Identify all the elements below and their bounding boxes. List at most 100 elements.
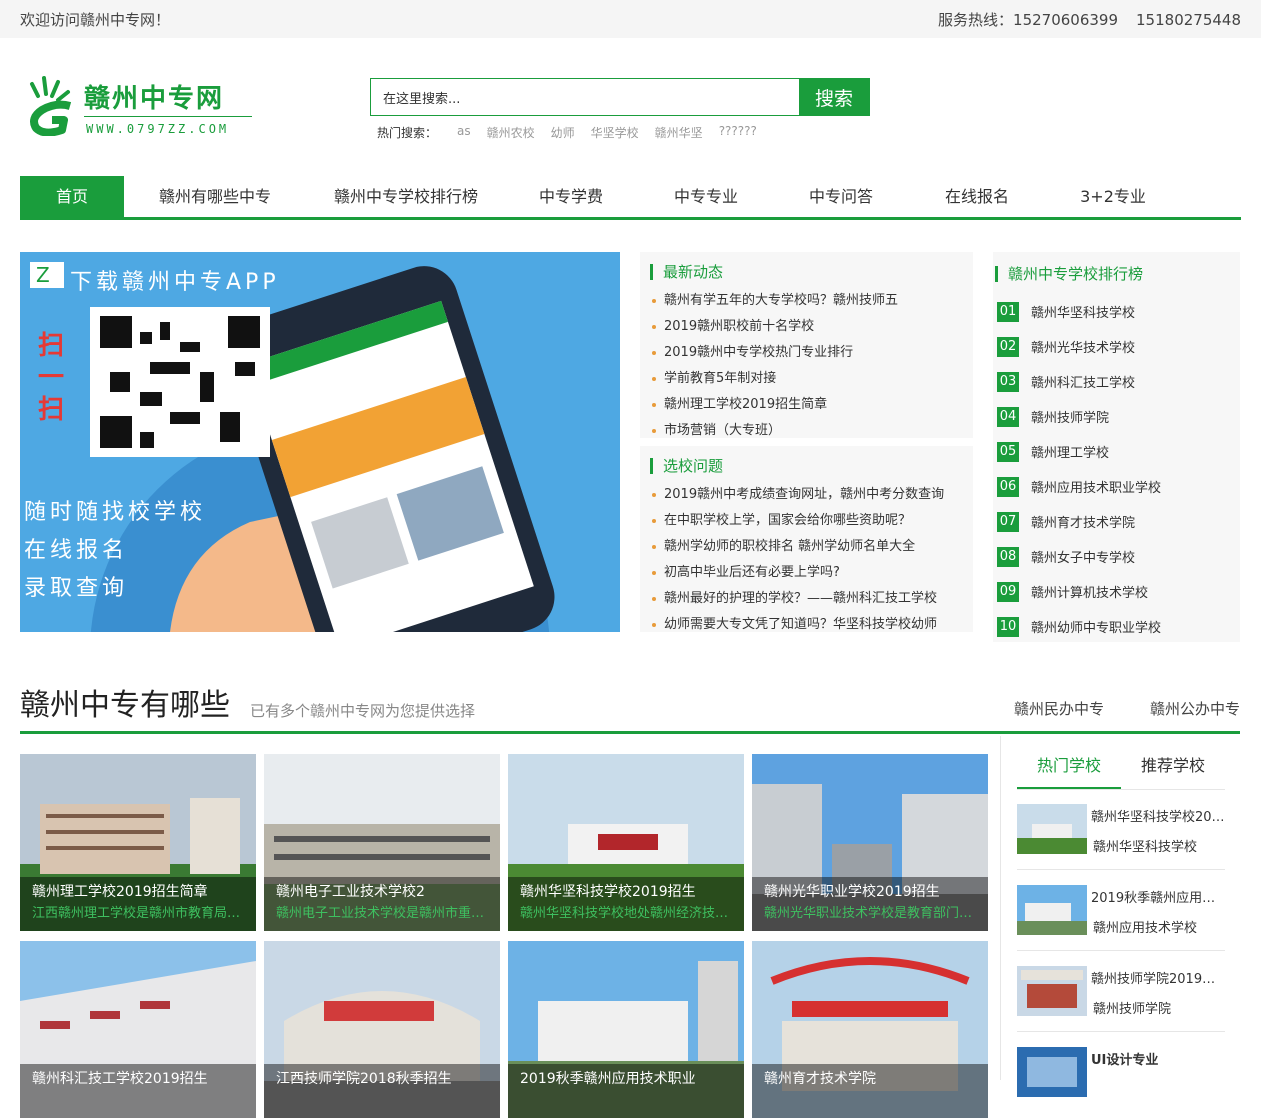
hot-keyword[interactable]: 赣州农校	[487, 124, 535, 141]
nav-ranking[interactable]: 赣州中专学校排行榜	[306, 176, 506, 217]
questions-title: 选校问题	[650, 458, 963, 474]
rank-number: 01	[997, 301, 1019, 322]
sidebar-item[interactable]: UI设计专业	[1017, 1033, 1225, 1113]
rank-item[interactable]: 09 赣州计算机技术学校	[993, 574, 1240, 609]
rank-item[interactable]: 08 赣州女子中专学校	[993, 539, 1240, 574]
logo-url: WWW.0797ZZ.COM	[86, 122, 230, 136]
sidebar-item[interactable]: 赣州技师学院2019招生 赣州技师学院	[1017, 952, 1225, 1032]
card-title: 赣州科汇技工学校2019招生	[32, 1071, 208, 1087]
card-title: 2019秋季赣州应用技术职业	[520, 1071, 696, 1087]
top-bar: 欢迎访问赣州中专网！ 服务热线：15270606399 15180275448	[0, 0, 1261, 38]
search-button[interactable]: 搜索	[799, 79, 869, 115]
sidebar-item[interactable]: 赣州华坚科技学校2019 赣州华坚科技学校	[1017, 790, 1225, 870]
rank-school: 赣州华坚科技学校	[1031, 306, 1136, 321]
hot-keyword[interactable]: 赣州华坚	[655, 124, 703, 141]
rank-school: 赣州女子中专学校	[1031, 551, 1136, 566]
hot-search-label: 热门搜索：	[377, 126, 438, 140]
nav-enroll[interactable]: 在线报名	[906, 176, 1048, 217]
tab-recommended-schools[interactable]: 推荐学校	[1121, 750, 1225, 789]
sidebar-item-title: 赣州华坚科技学校2019	[1091, 810, 1225, 825]
school-card[interactable]: 赣州科汇技工学校2019招生	[20, 941, 256, 1118]
hero-section: Z 下载赣州中专APP 扫一扫 随时随找校学校 在线报名 录取查询 最新动态 赣…	[0, 220, 1261, 642]
hot-keyword[interactable]: 幼师	[551, 124, 575, 141]
rank-school: 赣州技师学院	[1031, 411, 1110, 426]
hot-keyword[interactable]: ??????	[719, 124, 757, 141]
public-schools-link[interactable]: 赣州公办中专	[1150, 698, 1240, 719]
news-item[interactable]: 市场营销（大专班）	[650, 418, 963, 444]
question-item[interactable]: 幼师需要大专文凭了知道吗？华坚科技学校幼师	[650, 612, 963, 638]
hot-keyword[interactable]: 华坚学校	[591, 124, 639, 141]
rank-item[interactable]: 03 赣州科汇技工学校	[993, 364, 1240, 399]
card-caption: 赣州科汇技工学校2019招生	[20, 1064, 256, 1118]
header: 赣州中专网 WWW.0797ZZ.COM 搜索 热门搜索： as 赣州农校 幼师…	[0, 38, 1261, 176]
rank-number: 02	[997, 336, 1019, 357]
logo-name: 赣州中专网	[84, 84, 225, 114]
news-item[interactable]: 赣州理工学校2019招生简章	[650, 392, 963, 418]
banner-line-3: 录取查询	[24, 576, 129, 601]
news-item[interactable]: 赣州有学五年的大专学校吗？赣州技师五	[650, 288, 963, 314]
svg-text:Z: Z	[36, 263, 50, 287]
school-card[interactable]: 赣州电子工业技术学校2 赣州电子工业技术学校是赣州市重点中专	[264, 754, 500, 931]
section-subtitle: 已有多个赣州中专网为您提供选择	[250, 702, 476, 720]
school-card[interactable]: 江西技师学院2018秋季招生	[264, 941, 500, 1118]
school-card[interactable]: 赣州理工学校2019招生简章 江西赣州理工学校是赣州市教育局直属的	[20, 754, 256, 931]
card-caption: 赣州育才技术学院	[752, 1064, 988, 1118]
rank-item[interactable]: 02 赣州光华技术学校	[993, 329, 1240, 364]
nav-majors[interactable]: 中专专业	[636, 176, 776, 217]
tab-hot-schools[interactable]: 热门学校	[1017, 750, 1121, 789]
question-item[interactable]: 在中职学校上学，国家会给你哪些资助呢？	[650, 508, 963, 534]
hot-keyword[interactable]: as	[457, 124, 471, 141]
rank-school: 赣州科汇技工学校	[1031, 376, 1136, 391]
question-item[interactable]: 初高中毕业后还有必要上学吗?	[650, 560, 963, 586]
rank-item[interactable]: 07 赣州育才技术学院	[993, 504, 1240, 539]
rank-number: 05	[997, 441, 1019, 462]
nav-3plus2[interactable]: 3+2专业	[1048, 176, 1178, 217]
rank-number: 06	[997, 476, 1019, 497]
card-title: 赣州华坚科技学校2019招生	[520, 884, 696, 900]
banner-scan: 扫一扫	[38, 331, 65, 425]
school-sidebar: 热门学校 推荐学校 赣州华坚科技学校2019 赣州华坚科技学校 2019秋季赣州…	[1000, 736, 1240, 1097]
question-item[interactable]: 2019赣州中考成绩查询网址，赣州中考分数查询	[650, 482, 963, 508]
school-card[interactable]: 赣州光华职业学校2019招生 赣州光华职业技术学校是教育部门批准的	[752, 754, 988, 931]
rank-item[interactable]: 04 赣州技师学院	[993, 399, 1240, 434]
card-title: 赣州理工学校2019招生简章	[32, 884, 208, 900]
question-item[interactable]: 赣州学幼师的职校排名 赣州学幼师名单大全	[650, 534, 963, 560]
card-caption: 江西技师学院2018秋季招生	[264, 1064, 500, 1118]
nav-fees[interactable]: 中专学费	[506, 176, 636, 217]
sidebar-tabs: 热门学校 推荐学校	[1017, 750, 1225, 790]
news-item[interactable]: 2019赣州职校前十名学校	[650, 314, 963, 340]
news-item[interactable]: 2019赣州中专学校热门专业排行	[650, 340, 963, 366]
rank-item[interactable]: 10 赣州幼师中专职业学校	[993, 609, 1240, 644]
nav-qa[interactable]: 中专问答	[776, 176, 906, 217]
rank-item[interactable]: 01 赣州华坚科技学校	[993, 294, 1240, 329]
site-logo[interactable]: 赣州中专网 WWW.0797ZZ.COM	[22, 76, 252, 142]
rank-item[interactable]: 05 赣州理工学校	[993, 434, 1240, 469]
private-schools-link[interactable]: 赣州民办中专	[1014, 698, 1104, 719]
card-caption: 赣州光华职业学校2019招生 赣州光华职业技术学校是教育部门批准的	[752, 877, 988, 931]
nav-home[interactable]: 首页	[20, 176, 124, 217]
rank-school: 赣州幼师中专职业学校	[1031, 621, 1162, 636]
rank-school: 赣州计算机技术学校	[1031, 586, 1149, 601]
news-item[interactable]: 学前教育5年制对接	[650, 366, 963, 392]
ranking-title: 赣州中专学校排行榜	[995, 266, 1240, 282]
section-title: 赣州中专有哪些	[20, 688, 230, 723]
rank-item[interactable]: 06 赣州应用技术职业学校	[993, 469, 1240, 504]
search-bar: 搜索	[370, 78, 870, 116]
rank-number: 09	[997, 581, 1019, 602]
app-banner[interactable]: Z 下载赣州中专APP 扫一扫 随时随找校学校 在线报名 录取查询	[20, 252, 620, 632]
question-item[interactable]: 赣州最好的护理的学校？——赣州科汇技工学校	[650, 586, 963, 612]
banner-line-2: 在线报名	[24, 538, 129, 563]
news-panel: 最新动态 赣州有学五年的大专学校吗？赣州技师五 2019赣州职校前十名学校 20…	[640, 252, 973, 632]
rank-school: 赣州育才技术学院	[1031, 516, 1136, 531]
sidebar-item[interactable]: 2019秋季赣州应用技术 赣州应用技术学校	[1017, 871, 1225, 951]
sidebar-thumb	[1017, 966, 1087, 1016]
school-card[interactable]: 赣州华坚科技学校2019招生 赣州华坚科技学校地处赣州经济技术开发	[508, 754, 744, 931]
nav-schools[interactable]: 赣州有哪些中专	[124, 176, 306, 217]
schools-section-header: 赣州中专有哪些 已有多个赣州中专网为您提供选择 赣州民办中专 赣州公办中专	[20, 666, 1240, 736]
school-card[interactable]: 赣州育才技术学院	[752, 941, 988, 1118]
section-divider	[20, 731, 1240, 734]
rank-school: 赣州光华技术学校	[1031, 341, 1136, 356]
search-input[interactable]	[371, 79, 799, 115]
school-card[interactable]: 2019秋季赣州应用技术职业	[508, 941, 744, 1118]
latest-news-title: 最新动态	[650, 264, 963, 280]
